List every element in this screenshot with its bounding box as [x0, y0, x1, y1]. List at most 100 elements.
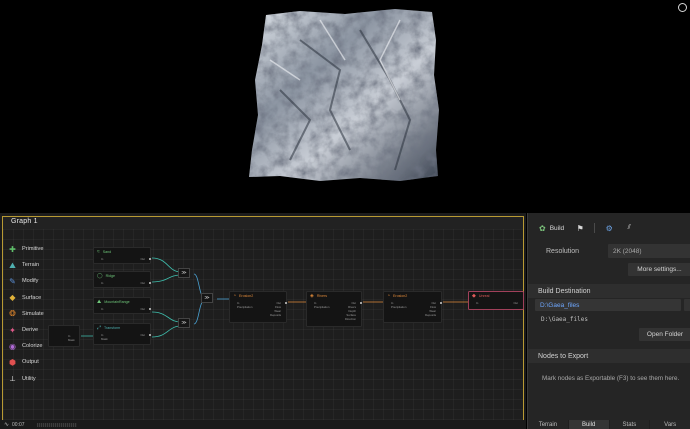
tab-graph-1[interactable]: Graph 1	[2, 216, 524, 229]
port-label: Deposits	[425, 313, 436, 317]
build-panel: ✿ Build ⚑ ⚙ ⫽ Resolution 2K (2048) More …	[527, 213, 690, 429]
toolbox-label: Surface	[22, 294, 42, 301]
graph-wires	[81, 257, 469, 338]
gear-icon: ⚙	[605, 223, 613, 233]
combine-node[interactable]: ≫	[178, 318, 190, 328]
destination-field[interactable]: D:\Gaea_files	[535, 299, 681, 311]
toolbox-colorize[interactable]: ◉ Colorize	[5, 338, 48, 354]
toolbox-utility[interactable]: ⟂ Utility	[5, 371, 48, 387]
node-title: Rivers	[316, 294, 328, 298]
divider	[594, 223, 596, 233]
tab-flag[interactable]: ⚑	[574, 221, 586, 235]
pulse-icon: ∿	[4, 422, 10, 428]
output-port[interactable]	[149, 308, 151, 310]
terrain-icon: ⛰	[9, 260, 16, 270]
port-label: Direction	[344, 317, 356, 321]
toolbox-simulate[interactable]: ❂ Simulate	[5, 306, 48, 322]
tab-settings[interactable]: ⚙	[603, 221, 615, 235]
wire	[151, 257, 182, 273]
unreal-node-icon: ◆	[472, 292, 476, 299]
toolbox-derive[interactable]: ✦ Derive	[5, 322, 48, 338]
port-label: In	[476, 301, 479, 305]
derive-icon: ✦	[9, 325, 16, 335]
toolbox-output[interactable]: ⬢ Output	[5, 354, 48, 370]
status-bar: ∿ 00:07	[0, 420, 526, 429]
output-port[interactable]	[149, 282, 151, 284]
toolbox-primitive[interactable]: ✚ Primitive	[5, 241, 48, 257]
port-label: Precipitation	[314, 305, 330, 309]
surface-icon: ◆	[9, 293, 16, 303]
node-ridge[interactable]: ◯ Ridge In Out	[93, 271, 151, 288]
toolbox-terrain[interactable]: ⛰ Terrain	[5, 257, 48, 273]
port-label: Mask	[68, 338, 75, 342]
toolbox-label: Terrain	[22, 262, 40, 269]
port-label: Out	[140, 281, 145, 285]
node-mountainrange[interactable]: ⛰ MountainRange In Out	[93, 297, 151, 314]
circle-outline-icon[interactable]	[678, 3, 687, 12]
chart-icon: ⫽	[627, 224, 631, 231]
build-destination-header: Build Destination	[528, 284, 690, 298]
port-label: In	[101, 281, 104, 285]
node-title: Unreal	[478, 294, 490, 298]
tab-build-bottom[interactable]: Build	[568, 420, 610, 429]
build-tab-label: Build	[549, 224, 565, 232]
output-port[interactable]	[440, 302, 442, 304]
wire	[151, 311, 182, 323]
primitive-icon: ✚	[9, 244, 16, 254]
tab-stats[interactable]: Stats	[609, 420, 651, 429]
port-label: In	[101, 307, 104, 311]
sand-node-icon: ≈	[97, 248, 100, 255]
tab-build[interactable]: ✿ Build	[537, 221, 566, 235]
output-icon: ⬢	[9, 357, 16, 367]
tab-vars[interactable]: Vars	[650, 420, 690, 429]
tab-chart[interactable]: ⫽	[623, 221, 635, 235]
graph-tab-label: Graph 1	[11, 218, 38, 225]
graph-panel: Graph 1 ✚ Primitive ⛰ Terrain ✎ Modify ◆…	[0, 213, 526, 429]
output-port[interactable]	[149, 258, 151, 260]
port-label: Precipitation	[391, 305, 407, 309]
port-label: Out	[140, 307, 145, 311]
combine-icon: ≫	[204, 295, 210, 301]
utility-icon: ⟂	[9, 374, 16, 384]
erosion-node-icon: ◔	[233, 292, 237, 299]
more-settings-button[interactable]: More settings...	[628, 263, 690, 276]
toolbox-label: Output	[22, 359, 39, 366]
toolbox-surface[interactable]: ◆ Surface	[5, 290, 48, 306]
terrain-viewport[interactable]	[0, 0, 690, 213]
tab-terrain[interactable]: Terrain	[528, 420, 569, 429]
node-unreal[interactable]: ◆ Unreal In Out	[468, 291, 524, 310]
nodes-to-export-header: Nodes to Export	[528, 349, 690, 363]
browse-button[interactable]	[684, 299, 690, 311]
output-port[interactable]	[149, 334, 151, 336]
graph-canvas[interactable]	[2, 229, 524, 429]
open-folder-button[interactable]: Open Folder	[639, 328, 690, 341]
node-title: Transform	[104, 326, 121, 330]
node-erosion2[interactable]: ◔ Erosion2 In Precipitation Out Flow Wear…	[229, 291, 287, 323]
bottom-tab-bar: Terrain Build Stats Vars	[528, 420, 690, 429]
output-port[interactable]	[285, 302, 287, 304]
node-erosion2[interactable]: ◔ Erosion2 In Precipitation Out Flow Wear…	[383, 291, 442, 323]
side-toolbar: ✿ Build ⚑ ⚙ ⫽	[528, 213, 690, 243]
toolbox-label: Utility	[22, 375, 36, 382]
toolbox-label: Primitive	[22, 246, 44, 253]
resolution-select[interactable]: 2K (2048)	[608, 244, 690, 258]
port-label: Deposits	[270, 313, 281, 317]
toolbox-modify[interactable]: ✎ Modify	[5, 273, 48, 289]
resolution-label: Resolution	[546, 248, 580, 255]
port-label: Out	[140, 257, 145, 261]
node-title: Erosion2	[393, 294, 408, 298]
modify-icon: ✎	[9, 276, 16, 286]
build-time: 00:07	[12, 421, 25, 428]
combine-node[interactable]: ≫	[178, 268, 190, 278]
rivers-node-icon: ◈	[310, 292, 314, 299]
wire	[193, 300, 205, 325]
node-stub[interactable]: In Mask	[48, 325, 80, 347]
terrain-render	[249, 9, 439, 181]
combine-icon: ≫	[181, 270, 187, 276]
output-port[interactable]	[360, 302, 362, 304]
simulate-icon: ❂	[9, 309, 16, 319]
node-sand[interactable]: ≈ Sand In Out	[93, 247, 151, 264]
node-rivers[interactable]: ◈ Rivers In Precipitation Out Rivers Dept…	[306, 291, 362, 327]
combine-node[interactable]: ≫	[201, 293, 213, 303]
node-transform[interactable]: ⤢ Transform In Mask Out	[93, 323, 151, 345]
